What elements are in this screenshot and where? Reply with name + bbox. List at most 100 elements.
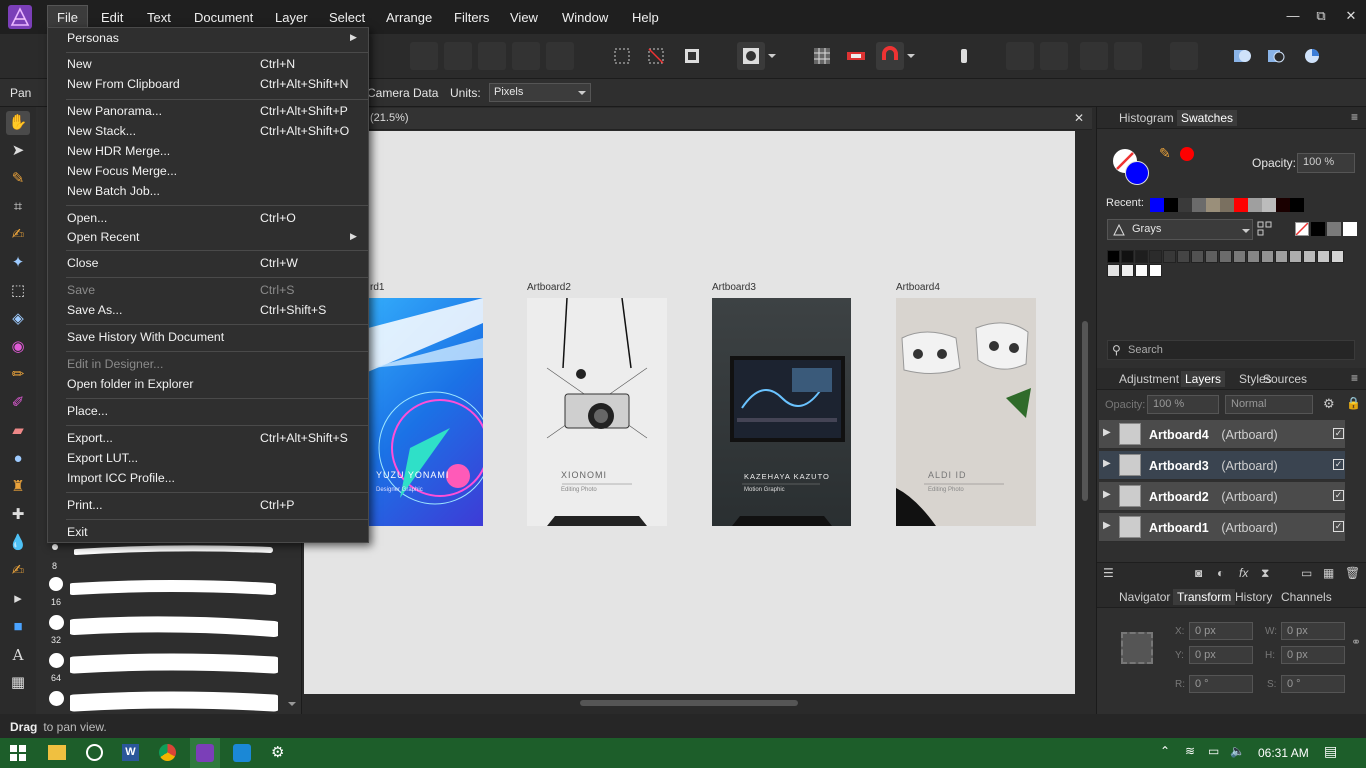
- mesh-warp-icon[interactable]: ▦: [6, 671, 30, 695]
- fill-color-well[interactable]: [1125, 161, 1149, 185]
- gray-color-swatch[interactable]: [1149, 264, 1162, 277]
- recent-color-swatch[interactable]: [1178, 198, 1192, 212]
- menu-layer[interactable]: Layer: [267, 8, 316, 27]
- restore-button[interactable]: ⧉: [1310, 6, 1332, 26]
- artboard-2[interactable]: XIONOMI Editing Photo: [527, 298, 667, 526]
- scroll-thumb[interactable]: [580, 700, 798, 706]
- toolbar-button[interactable]: [1040, 42, 1068, 70]
- layers-stack-icon[interactable]: ☰: [1103, 566, 1114, 580]
- gray-color-swatch[interactable]: [1149, 250, 1162, 263]
- menu-view[interactable]: View: [502, 8, 546, 27]
- grid-snap-icon[interactable]: [808, 42, 836, 70]
- gray-color-swatch[interactable]: [1317, 250, 1330, 263]
- file-menu-item[interactable]: Exit: [48, 523, 368, 542]
- recent-color-swatch[interactable]: [1262, 198, 1276, 212]
- recent-color-swatch[interactable]: [1192, 198, 1206, 212]
- gray-color-swatch[interactable]: [1205, 250, 1218, 263]
- none-swatch[interactable]: [1295, 222, 1309, 236]
- file-menu-item[interactable]: Open Recent ▶: [48, 228, 368, 247]
- x-field[interactable]: 0 px: [1189, 622, 1253, 640]
- invert-selection-icon[interactable]: [678, 42, 706, 70]
- file-menu-item[interactable]: New Focus Merge...: [48, 162, 368, 181]
- menu-window[interactable]: Window: [554, 8, 616, 27]
- close-document-icon[interactable]: ✕: [1074, 111, 1084, 125]
- quick-mask-icon[interactable]: [737, 42, 765, 70]
- word-icon[interactable]: W: [122, 744, 139, 761]
- toolbar-button[interactable]: [1080, 42, 1108, 70]
- tab-navigator[interactable]: Navigator: [1119, 590, 1170, 604]
- layer-visibility-checkbox[interactable]: ✓: [1333, 490, 1344, 501]
- file-menu-item[interactable]: New Panorama... Ctrl+Alt+Shift+P: [48, 102, 368, 121]
- palette-dropdown[interactable]: Grays: [1107, 219, 1253, 240]
- mask-layer-icon[interactable]: ◙: [1195, 566, 1202, 580]
- paint-brush-icon[interactable]: ✏: [6, 363, 30, 387]
- file-menu-item[interactable]: New From Clipboard Ctrl+Alt+Shift+N: [48, 75, 368, 94]
- file-menu-item[interactable]: Close Ctrl+W: [48, 254, 368, 273]
- gray-color-swatch[interactable]: [1121, 250, 1134, 263]
- recent-color-swatch[interactable]: [1290, 198, 1304, 212]
- scroll-down-icon[interactable]: [287, 699, 297, 709]
- gray-color-swatch[interactable]: [1247, 250, 1260, 263]
- gray-color-swatch[interactable]: [1261, 250, 1274, 263]
- menu-document[interactable]: Document: [186, 8, 261, 27]
- file-explorer-icon[interactable]: [48, 745, 66, 760]
- file-menu-item[interactable]: Save As... Ctrl+Shift+S: [48, 301, 368, 320]
- toolbar-button[interactable]: [1114, 42, 1142, 70]
- camera-data-label[interactable]: Camera Data: [367, 86, 438, 100]
- swatch-search-input[interactable]: ⚲ Search: [1107, 340, 1355, 360]
- gray-color-swatch[interactable]: [1331, 250, 1344, 263]
- recent-color-swatch[interactable]: [1150, 198, 1164, 212]
- clock-time[interactable]: 06:31 AM: [1258, 746, 1309, 760]
- layer-row[interactable]: ▶ Artboard2 (Artboard) ✓: [1099, 482, 1345, 511]
- toolbar-button[interactable]: [410, 42, 438, 70]
- deselect-icon[interactable]: [642, 42, 670, 70]
- menu-edit[interactable]: Edit: [93, 8, 131, 27]
- tab-sources[interactable]: Sources: [1263, 372, 1307, 386]
- menu-arrange[interactable]: Arrange: [378, 8, 440, 27]
- file-menu-item[interactable]: Open folder in Explorer: [48, 375, 368, 394]
- gray-color-swatch[interactable]: [1135, 250, 1148, 263]
- expand-arrow-icon[interactable]: ▶: [1103, 458, 1111, 469]
- healing-brush-icon[interactable]: ✚: [6, 503, 30, 527]
- document-tab[interactable]: (21.5%) ✕: [302, 108, 1092, 130]
- notifications-icon[interactable]: ▤: [1324, 743, 1337, 760]
- gray-color-swatch[interactable]: [1219, 250, 1232, 263]
- recent-color-swatch[interactable]: [1206, 198, 1220, 212]
- gray-color-swatch[interactable]: [1303, 250, 1316, 263]
- dodge-icon[interactable]: ●: [6, 447, 30, 471]
- tab-histogram[interactable]: Histogram: [1119, 111, 1174, 125]
- anchor-point-selector[interactable]: [1121, 632, 1153, 664]
- layer-visibility-checkbox[interactable]: ✓: [1333, 521, 1344, 532]
- windows-start-icon[interactable]: [10, 745, 26, 761]
- flood-select-icon[interactable]: ✦: [6, 251, 30, 275]
- layer-visibility-checkbox[interactable]: ✓: [1333, 459, 1344, 470]
- color-picker-icon[interactable]: ✎: [1159, 145, 1171, 162]
- expand-arrow-icon[interactable]: ▶: [1103, 489, 1111, 500]
- tab-history[interactable]: History: [1235, 590, 1272, 604]
- chevron-down-icon[interactable]: [904, 42, 918, 70]
- layer-row[interactable]: ▶ Artboard1 (Artboard) ✓: [1099, 513, 1345, 542]
- gray-color-swatch[interactable]: [1177, 250, 1190, 263]
- vertical-scrollbar[interactable]: [1080, 131, 1090, 694]
- boolean-add-icon[interactable]: [1228, 42, 1256, 70]
- move-tool-icon[interactable]: ➤: [6, 139, 30, 163]
- trash-icon[interactable]: 🗑: [1345, 566, 1360, 580]
- tab-adjustment[interactable]: Adjustment: [1119, 372, 1179, 386]
- gray-color-swatch[interactable]: [1233, 250, 1246, 263]
- settings-gear-icon[interactable]: ⚙: [271, 743, 284, 761]
- recent-color-swatch[interactable]: [1220, 198, 1234, 212]
- assistant-icon[interactable]: [950, 42, 978, 70]
- gray-color-swatch[interactable]: [1275, 250, 1288, 263]
- file-menu-item[interactable]: Place...: [48, 402, 368, 421]
- menu-text[interactable]: Text: [139, 8, 179, 27]
- w-field[interactable]: 0 px: [1281, 622, 1345, 640]
- panel-menu-icon[interactable]: ≡: [1351, 110, 1358, 124]
- scroll-thumb[interactable]: [1082, 321, 1088, 501]
- artboard-4[interactable]: ALDI ID Editing Photo: [896, 298, 1036, 526]
- units-dropdown[interactable]: Pixels: [489, 83, 591, 102]
- flood-fill-icon[interactable]: ◈: [6, 307, 30, 331]
- toolbar-button[interactable]: [1170, 42, 1198, 70]
- hand-tool-icon[interactable]: ✋: [6, 111, 30, 135]
- marquee-select-icon[interactable]: [608, 42, 636, 70]
- rectangle-tool-icon[interactable]: ■: [6, 615, 30, 639]
